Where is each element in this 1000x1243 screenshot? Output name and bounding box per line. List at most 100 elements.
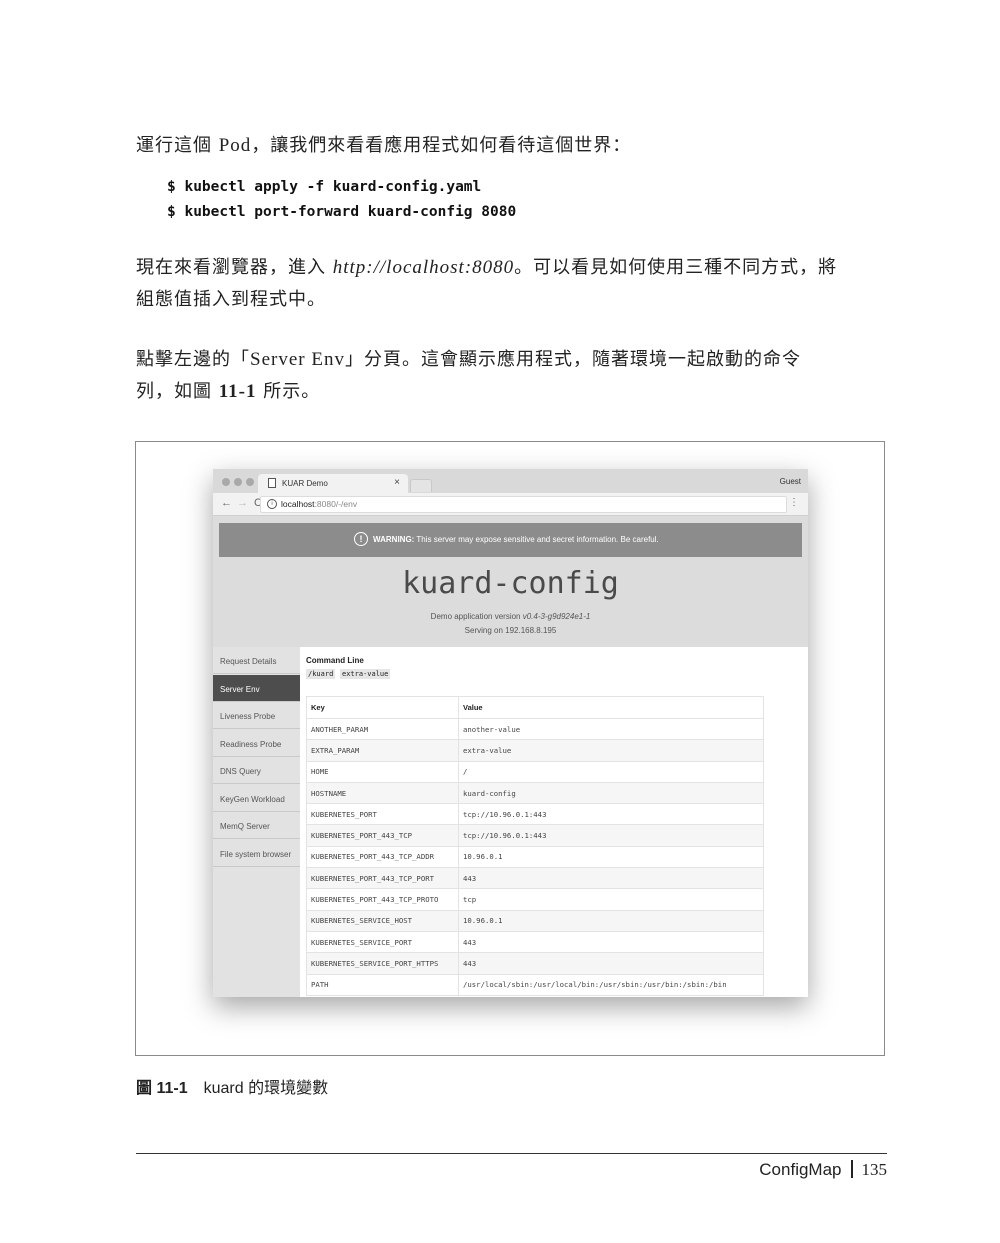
sidebar-item-readiness-probe[interactable]: Readiness Probe [213, 730, 300, 757]
warning-banner: ! WARNING: This server may expose sensit… [219, 523, 802, 557]
table-row: KUBERNETES_PORT tcp://10.96.0.1:443 [306, 803, 764, 826]
version-prefix: Demo application version [430, 612, 523, 621]
figure-caption: 圖 11-1 kuard 的環境變數 [136, 1074, 328, 1098]
column-header-value: Value [458, 696, 764, 719]
figure-reference: 11-1 [218, 381, 257, 402]
paragraph-browser: 現在來看瀏覽器，進入 http://localhost:8080。可以看見如何使… [136, 252, 888, 316]
url-path: :8080/-/env [314, 499, 358, 509]
tab-title: KUAR Demo [282, 479, 328, 488]
table-row: PATH/usr/local/sbin:/usr/local/bin:/usr/… [306, 973, 764, 996]
menu-dots-icon[interactable]: ⋮ [789, 497, 799, 508]
command-arg: extra-value [340, 669, 391, 679]
env-value-cell: kuard-config [458, 781, 764, 805]
env-value-cell: 10.96.0.1 [458, 845, 764, 869]
app-title: kuard-config [402, 566, 619, 601]
env-key-cell: KUBERNETES_SERVICE_HOST [306, 909, 459, 932]
env-key-cell: KUBERNETES_PORT_443_TCP_PROTO [306, 888, 459, 911]
browser-tab-bar: KUAR Demo × Guest [213, 469, 808, 493]
app-header: ! WARNING: This server may expose sensit… [213, 516, 808, 647]
window-close-dot[interactable] [222, 478, 230, 486]
env-value-cell: / [458, 760, 764, 783]
code-line: $ kubectl port-forward kuard-config 8080 [167, 204, 517, 220]
env-key-cell: HOME [306, 760, 459, 783]
back-arrow-icon[interactable]: ← [221, 497, 232, 509]
command-arg: /kuard [306, 669, 336, 679]
table-row: KUBERNETES_SERVICE_PORT 443 [306, 930, 764, 954]
env-key-cell: KUBERNETES_PORT_443_TCP_PORT [306, 867, 459, 890]
url-input[interactable]: i localhost:8080/-/env [260, 496, 787, 513]
env-key-cell: KUBERNETES_PORT [306, 803, 459, 826]
paragraph-text: 運行這個 [136, 135, 219, 156]
sidebar: Request Details Server Env Liveness Prob… [213, 647, 300, 997]
env-key-cell: KUBERNETES_SERVICE_PORT [306, 930, 459, 954]
paragraph-intro: 運行這個 Pod，讓我們來看看應用程式如何看待這個世界： [136, 130, 888, 162]
window-minimize-dot[interactable] [234, 478, 242, 486]
env-table-body: ANOTHER_PARAM another-value EXTRA_PARAM ext… [306, 717, 764, 996]
env-value-cell: tcp://10.96.0.1:443 [458, 824, 764, 847]
sidebar-item-dns-query[interactable]: DNS Query [213, 757, 300, 784]
figure-number: 圖 11-1 [136, 1080, 188, 1097]
sidebar-item-server-env[interactable]: Server Env [213, 675, 300, 702]
env-value-cell: extra-value [458, 739, 764, 762]
env-key-cell: EXTRA_PARAM [306, 739, 459, 762]
address-bar: ← → C i localhost:8080/-/env ⋮ [213, 493, 808, 516]
table-header-row: Key Value [306, 696, 764, 719]
env-value-cell: /usr/local/sbin:/usr/local/bin:/usr/sbin… [458, 973, 764, 996]
env-value-cell: tcp [458, 888, 764, 911]
serving-line: Serving on 192.168.8.195 [464, 626, 557, 635]
footer-divider [850, 1160, 853, 1178]
info-icon[interactable]: i [267, 499, 277, 509]
env-key-cell: KUBERNETES_SERVICE_PORT_HTTPS [306, 952, 459, 975]
page-number: 135 [861, 1160, 888, 1179]
table-row: KUBERNETES_PORT_443_TCP_PROTO tcp [306, 888, 764, 911]
table-row: KUBERNETES_PORT_443_TCP tcp://10.96.0.1:4… [306, 824, 764, 847]
table-row: KUBERNETES_PORT_443_TCP_PORT 443 [306, 867, 764, 890]
env-key-cell: HOSTNAME [306, 781, 459, 805]
table-row: HOME / [306, 760, 764, 783]
code-line: $ kubectl apply -f kuard-config.yaml [167, 179, 482, 195]
forward-arrow-icon[interactable]: → [237, 497, 248, 509]
env-key-cell: PATH [306, 973, 459, 996]
table-row: KUBERNETES_SERVICE_HOST 10.96.0.1 [306, 909, 764, 932]
sidebar-item-label: Server Env [220, 685, 260, 694]
profile-label[interactable]: Guest [780, 477, 801, 486]
env-table: Key Value ANOTHER_PARAM another-value EXTR… [306, 696, 764, 996]
column-header-key: Key [306, 696, 459, 719]
tab-close-icon[interactable]: × [394, 477, 400, 488]
sidebar-item-label: File system browser [220, 850, 292, 859]
sidebar-item-request-details[interactable]: Request Details [213, 647, 300, 674]
env-value-cell: tcp://10.96.0.1:443 [458, 803, 764, 826]
browser-tab[interactable]: KUAR Demo × [258, 474, 408, 493]
browser-window: KUAR Demo × Guest ← → C i localhost:8080… [213, 469, 808, 997]
warning-message: WARNING: This server may expose sensitiv… [373, 535, 659, 544]
page-footer: ConfigMap 135 [759, 1160, 887, 1180]
table-row: KUBERNETES_PORT_443_TCP_ADDR 10.96.0.1 [306, 845, 764, 869]
sidebar-item-label: DNS Query [220, 767, 261, 776]
paragraph-text: 。可以看見如何使用三種不同方式，將 [514, 257, 838, 278]
command-line-label: Command Line [306, 656, 364, 665]
new-tab-button[interactable] [410, 479, 432, 492]
paragraph-text: 組態值插入到程式中。 [136, 289, 326, 310]
window-zoom-dot[interactable] [246, 478, 254, 486]
paragraph-text: 現在來看瀏覽器，進入 [136, 257, 333, 278]
warning-icon: ! [354, 532, 368, 546]
chapter-name: ConfigMap [759, 1160, 842, 1179]
sidebar-item-label: Request Details [220, 657, 277, 666]
page-content: ! WARNING: This server may expose sensit… [213, 516, 808, 997]
url-host: localhost [281, 499, 315, 509]
env-key-cell: KUBERNETES_PORT_443_TCP [306, 824, 459, 847]
paragraph-text: 」分頁。這會顯示應用程式，隨著環境一起啟動的命令 [344, 349, 801, 370]
sidebar-item-memq-server[interactable]: MemQ Server [213, 812, 300, 839]
table-row: HOSTNAME kuard-config [306, 781, 764, 805]
warning-label: WARNING: [373, 535, 415, 544]
paragraph-text: ，讓我們來看看應用程式如何看待這個世界： [251, 135, 632, 156]
paragraph-text: 所示。 [256, 381, 321, 402]
sidebar-item-keygen-workload[interactable]: KeyGen Workload [213, 785, 300, 812]
paragraph-text: 點擊左邊的「 [136, 349, 250, 370]
footer-rule [136, 1153, 887, 1154]
sidebar-item-liveness-probe[interactable]: Liveness Probe [213, 702, 300, 729]
paragraph-text: 列，如圖 [136, 381, 219, 402]
env-value-cell: 10.96.0.1 [458, 909, 764, 932]
sidebar-item-file-system-browser[interactable]: File system browser [213, 840, 300, 867]
url-text: localhost:8080/-/env [281, 499, 357, 509]
